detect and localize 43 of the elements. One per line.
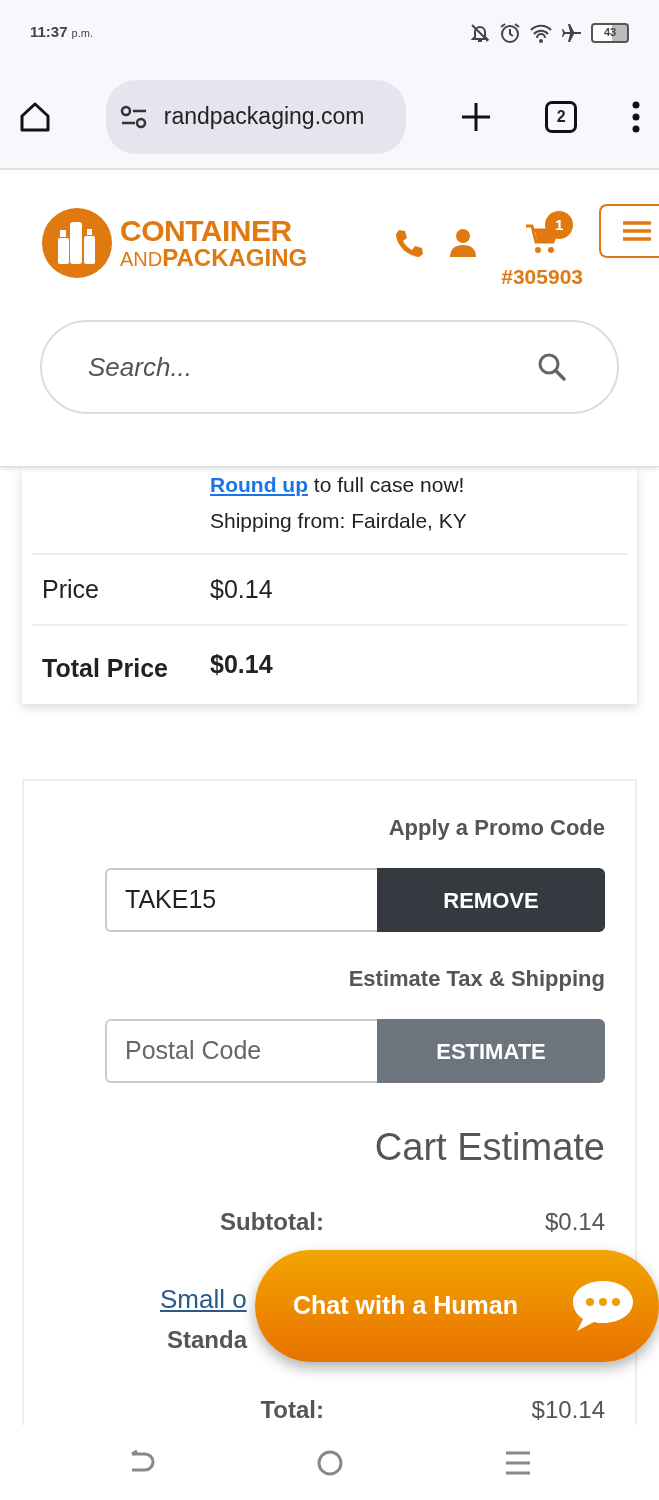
speech-bubble-icon [571, 1279, 635, 1333]
address-bar[interactable]: randpackaging.com [105, 79, 406, 154]
standard-shipping-text: Standa [167, 1325, 247, 1355]
menu-icon[interactable] [623, 220, 651, 242]
clock-period: p.m. [71, 27, 93, 40]
full-case-note: to full case now! [313, 473, 465, 496]
promo-code-field[interactable]: TAKE15 [105, 868, 377, 932]
total-value: $10.14 [530, 1395, 605, 1425]
new-tab-icon[interactable] [459, 100, 492, 133]
promo-heading: Apply a Promo Code [387, 814, 605, 842]
more-options-icon[interactable] [631, 99, 641, 134]
total-price-label: Total Price [41, 653, 169, 685]
remove-button[interactable]: REMOVE [377, 868, 605, 932]
shipping-from-text: Shipping from: Fairdale, KY [210, 508, 467, 534]
small-order-link[interactable]: Small o [160, 1280, 247, 1319]
cart-estimate-title: Cart Estimate [373, 1125, 605, 1170]
search-icon[interactable] [537, 352, 567, 382]
clock-time: 11:37 [30, 23, 68, 41]
subtotal-label: Subtotal: [219, 1207, 324, 1237]
round-up-link[interactable]: Round up [210, 473, 308, 496]
alarm-icon [499, 21, 521, 44]
total-price-value: $0.14 [210, 649, 273, 681]
price-value: $0.14 [210, 573, 273, 605]
cart-count-badge: 1 [545, 211, 574, 240]
subtotal-value: $0.14 [543, 1207, 605, 1237]
battery-icon: 43 [591, 22, 629, 43]
user-icon[interactable] [449, 228, 478, 258]
estimate-button[interactable]: ESTIMATE [377, 1019, 605, 1083]
phone-icon[interactable] [393, 227, 426, 259]
estimate-heading: Estimate Tax & Shipping [347, 965, 605, 993]
postal-code-field[interactable]: Postal Code [105, 1019, 377, 1083]
airplane-icon [561, 21, 583, 44]
menu-button[interactable] [599, 204, 659, 258]
site-settings-icon[interactable] [119, 104, 148, 129]
logo-icon[interactable] [42, 208, 112, 278]
tab-count-button[interactable]: 2 [545, 100, 578, 133]
total-label: Total: [259, 1395, 324, 1425]
recent-apps-icon[interactable] [504, 1449, 531, 1476]
home-button-icon[interactable] [316, 1448, 345, 1477]
bell-off-icon [469, 21, 491, 44]
price-label: Price [41, 573, 100, 605]
url-text[interactable]: randpackaging.com [163, 99, 365, 134]
search-bar[interactable]: Search... [40, 320, 619, 414]
